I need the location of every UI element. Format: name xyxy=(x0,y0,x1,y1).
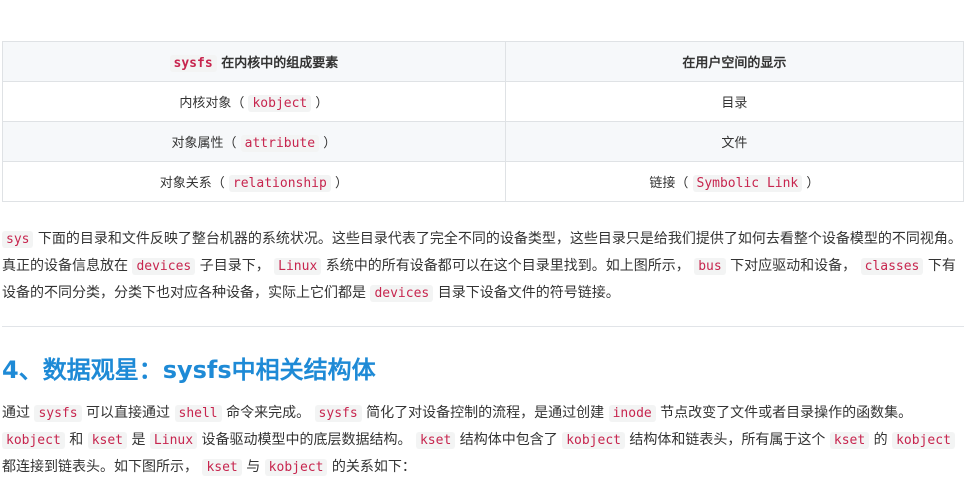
inline-code: kobject xyxy=(264,459,328,476)
cell-text: ） xyxy=(330,176,348,191)
text: 子目录下， xyxy=(195,258,275,274)
inline-code: kobject xyxy=(562,432,625,449)
table-row: 对象属性（ attribute ） 文件 xyxy=(2,121,965,162)
text: 的 xyxy=(869,432,893,448)
text: 命令来完成。 xyxy=(221,405,315,421)
cell-text: 内核对象（ xyxy=(179,96,249,111)
table-row: 对象关系（ relationship ） 链接（ Symbolic Link ） xyxy=(2,161,965,202)
cell-text: 链接（ xyxy=(649,176,693,191)
text: 目录下设备文件的符号链接。 xyxy=(433,285,620,301)
section-heading: 4、数据观星：sysfs中相关结构体 xyxy=(2,356,376,384)
inline-code: kset xyxy=(415,432,456,449)
cell-text: ） xyxy=(802,176,820,191)
inline-code: bus xyxy=(694,258,726,275)
table-cell: 对象关系（ relationship ） xyxy=(2,161,506,202)
table-header-display: 在用户空间的显示 xyxy=(504,41,965,82)
inline-code: devices xyxy=(132,258,196,275)
table-cell: 对象属性（ attribute ） xyxy=(2,121,506,162)
text: 可以直接通过 xyxy=(81,405,175,421)
inline-code: Linux xyxy=(274,258,322,275)
text: 结构体中包含了 xyxy=(455,432,563,448)
inline-code: kset xyxy=(829,432,870,449)
inline-code: kset xyxy=(202,459,242,476)
inline-code: kobject xyxy=(892,432,955,449)
paragraph-sys-overview: sys 下面的目录和文件反映了整台机器的系统状况。这些目录代表了完全不同的设备类… xyxy=(2,226,964,307)
cell-text: ） xyxy=(311,96,329,111)
table-row: 内核对象（ kobject ） 目录 xyxy=(2,81,965,122)
table-header-row: sysfs 在内核中的组成要素 在用户空间的显示 xyxy=(2,41,965,82)
inline-code: relationship xyxy=(228,175,331,192)
text: 和 xyxy=(64,432,88,448)
inline-code: sysfs xyxy=(169,55,217,72)
text: 设备驱动模型中的底层数据结构。 xyxy=(197,432,416,448)
sysfs-mapping-table: sysfs 在内核中的组成要素 在用户空间的显示 内核对象（ kobject ）… xyxy=(2,41,965,202)
inline-code: kset xyxy=(87,432,128,449)
text: 是 xyxy=(127,432,150,448)
inline-code: devices xyxy=(370,285,434,302)
table-cell: 链接（ Symbolic Link ） xyxy=(504,161,965,202)
section-divider xyxy=(2,326,964,327)
table-cell: 文件 xyxy=(504,121,965,162)
text: 都连接到链表头。如下图所示， xyxy=(2,459,203,475)
text: 结构体和链表头，所有属于这个 xyxy=(624,432,830,448)
inline-code: attribute xyxy=(240,135,320,152)
text: 系统中的所有设备都可以在这个目录里找到。如上图所示， xyxy=(321,258,695,274)
cell-text: 对象关系（ xyxy=(159,176,229,191)
inline-code: inode xyxy=(608,405,656,422)
header-text: 在内核中的组成要素 xyxy=(216,56,339,71)
table-cell: 目录 xyxy=(504,81,965,122)
inline-code: Symbolic Link xyxy=(692,175,803,192)
table-cell: 内核对象（ kobject ） xyxy=(2,81,506,122)
text: 通过 xyxy=(2,405,35,421)
paragraph-sysfs-structures: 通过 sysfs 可以直接通过 shell 命令来完成。 sysfs 简化了对设… xyxy=(2,400,964,481)
text: 的关系如下： xyxy=(327,459,416,475)
text: 简化了对设备控制的流程，是通过创建 xyxy=(361,405,609,421)
inline-code: Linux xyxy=(149,432,198,449)
inline-code: sys xyxy=(2,231,34,248)
text: 下对应驱动和设备， xyxy=(725,258,861,274)
text: 与 xyxy=(241,459,265,475)
cell-text: ） xyxy=(319,136,337,151)
inline-code: kobject xyxy=(248,95,312,112)
text: 节点改变了文件或者目录操作的函数集。 xyxy=(655,405,913,421)
inline-code: sysfs xyxy=(314,405,362,422)
inline-code: classes xyxy=(860,258,924,275)
table-header-element: sysfs 在内核中的组成要素 xyxy=(2,41,506,82)
cell-text: 对象属性（ xyxy=(171,136,241,151)
inline-code: sysfs xyxy=(34,405,82,422)
inline-code: kobject xyxy=(2,432,65,449)
inline-code: shell xyxy=(174,405,222,422)
